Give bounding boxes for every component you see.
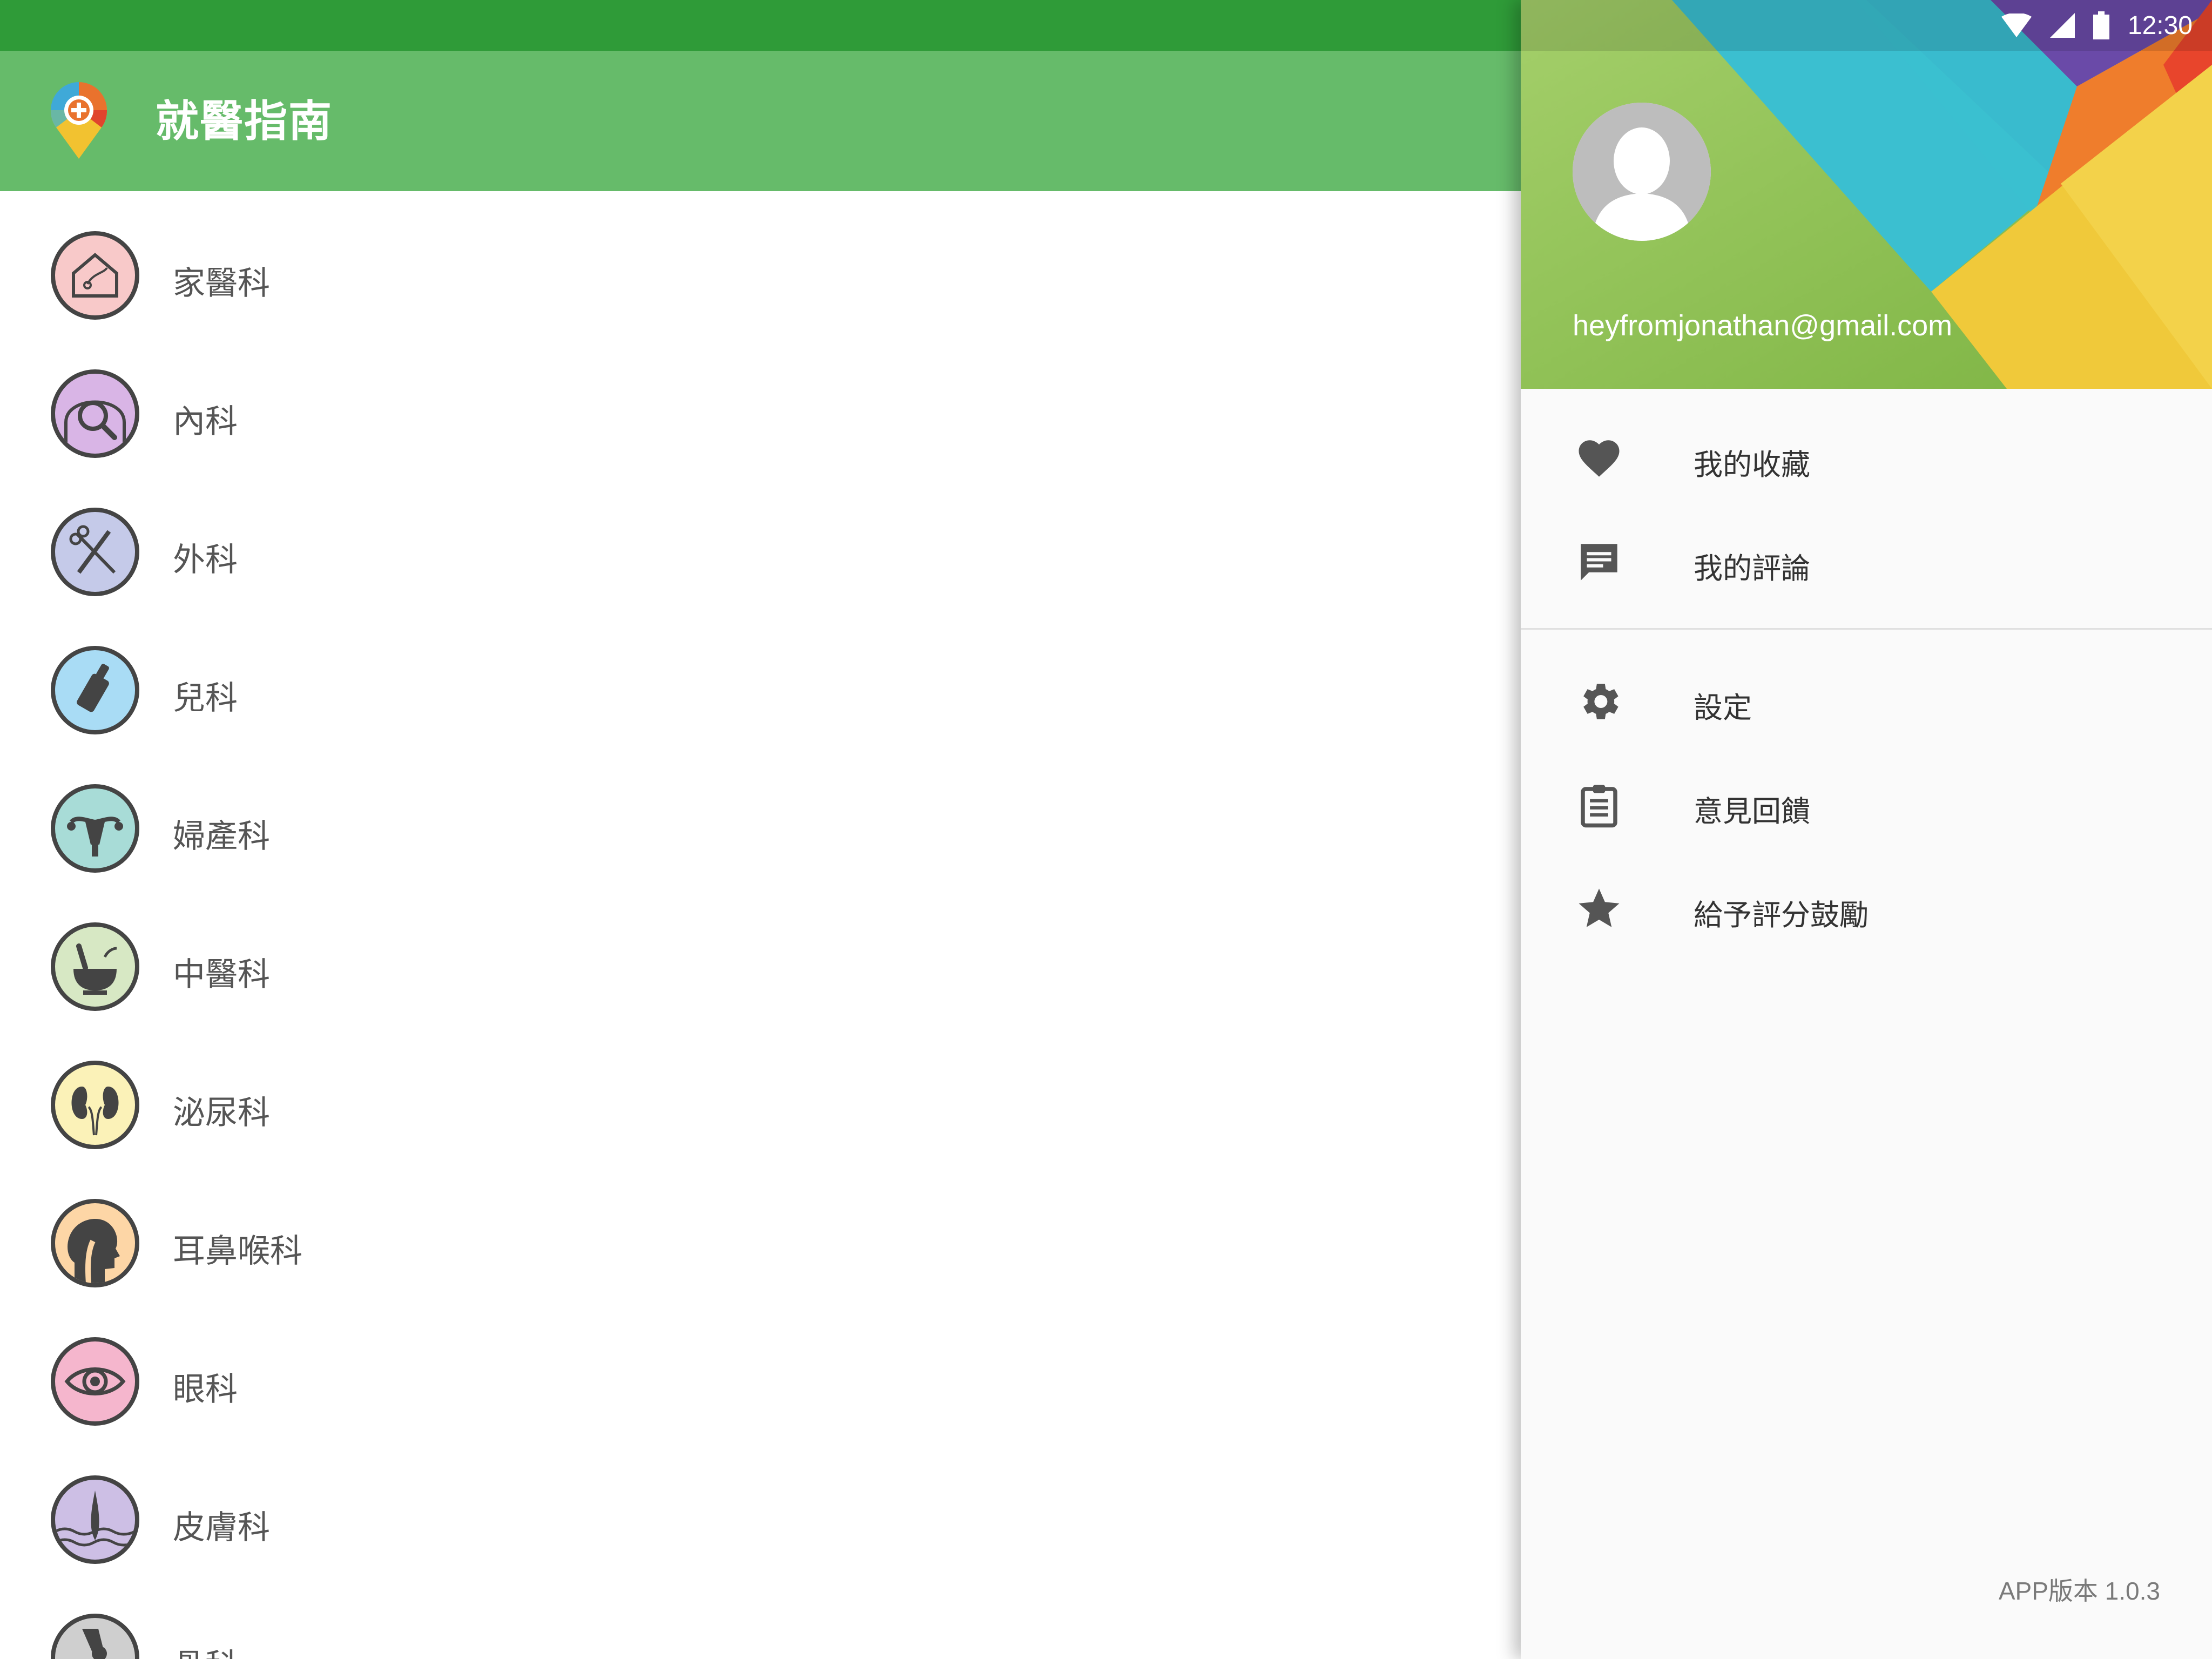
account-email: heyfromjonathan@gmail.com (1573, 309, 1953, 342)
battery-icon (2093, 11, 2109, 39)
menu-label: 我的評論 (1694, 551, 1810, 585)
menu-label: 意見回饋 (1694, 794, 1810, 828)
avatar[interactable] (1573, 103, 1711, 241)
cell-signal-icon (2049, 13, 2075, 38)
menu-item-rate[interactable]: 給予評分鼓勵 (1521, 857, 2212, 959)
drawer-header: 12:30 heyfromjonathan@gmail.com (1521, 0, 2212, 389)
menu-label: 給予評分鼓勵 (1694, 898, 1869, 932)
menu-item-settings[interactable]: 設定 (1521, 649, 2212, 752)
menu-item-reviews[interactable]: 我的評論 (1521, 510, 2212, 612)
wifi-icon (2001, 14, 2032, 37)
menu-label: 設定 (1694, 691, 1752, 725)
menu-divider (1521, 628, 2212, 630)
drawer-scrim[interactable] (0, 0, 1521, 1659)
app-version: APP版本 1.0.3 (1998, 1577, 2160, 1605)
clipboard-icon (1581, 785, 1617, 828)
menu-item-favorites[interactable]: 我的收藏 (1521, 406, 2212, 509)
star-icon (1579, 888, 1620, 927)
person-icon (1573, 103, 1711, 241)
navigation-drawer: 12:30 heyfromjonathan@gmail.com 我的收藏 我的評… (1521, 0, 2212, 1659)
heart-icon (1579, 440, 1620, 477)
menu-label: 我的收藏 (1694, 448, 1810, 482)
status-time: 12:30 (2127, 11, 2193, 40)
menu-item-feedback[interactable]: 意見回饋 (1521, 753, 2212, 855)
gear-icon (1583, 684, 1618, 719)
status-icons: 12:30 (2001, 8, 2193, 43)
comment-icon (1581, 544, 1617, 581)
